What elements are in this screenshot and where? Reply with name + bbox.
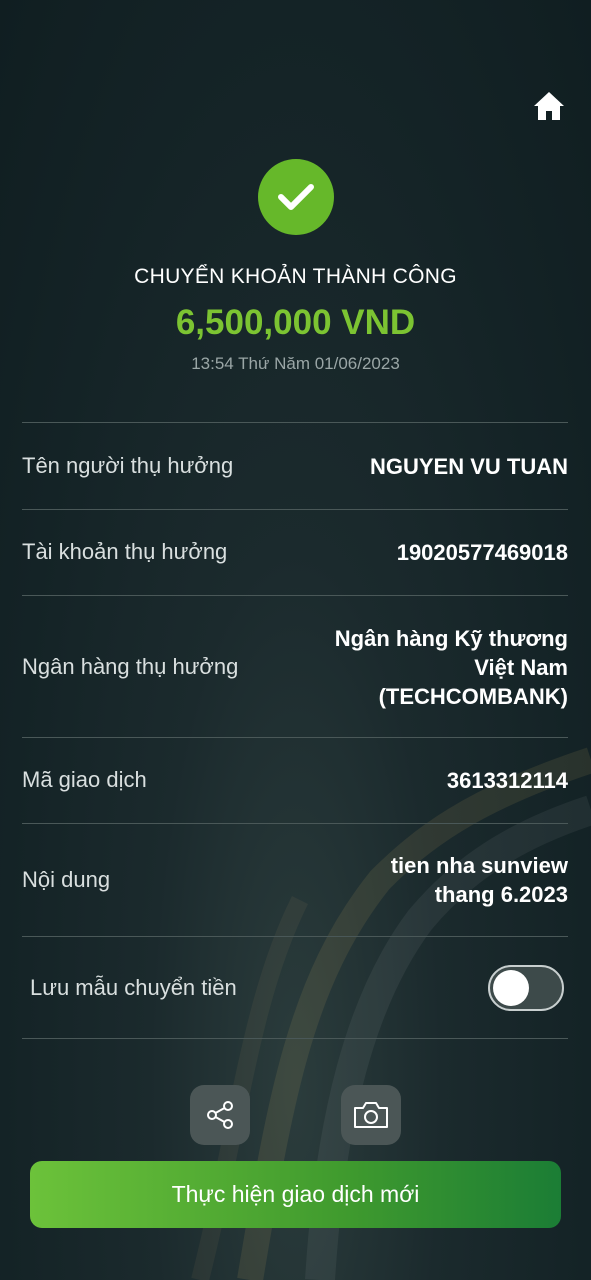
divider	[22, 1038, 568, 1039]
save-template-label: Lưu mẫu chuyển tiền	[30, 975, 237, 1000]
camera-icon	[354, 1102, 388, 1128]
divider	[22, 936, 568, 937]
detail-label: Nội dung	[22, 867, 111, 892]
detail-label: Tài khoản thụ hưởng	[22, 539, 228, 564]
screenshot-button[interactable]	[341, 1085, 401, 1145]
divider	[22, 737, 568, 738]
detail-row-content: Nội dung tien nha sunview thang 6.2023	[22, 850, 568, 910]
home-icon	[534, 92, 564, 120]
detail-row-beneficiary-name: Tên người thụ hưởng NGUYEN VU TUAN	[22, 443, 568, 489]
transfer-datetime: 13:54 Thứ Năm 01/06/2023	[191, 354, 400, 373]
bank-line-1: Ngân hàng Kỹ thương	[334, 625, 568, 651]
detail-value: NGUYEN VU TUAN	[369, 453, 568, 479]
home-button[interactable]	[530, 88, 568, 124]
bank-line-2: Việt Nam	[474, 654, 568, 680]
check-icon	[278, 184, 314, 210]
transfer-amount: 6,500,000 VND	[175, 303, 416, 342]
share-icon	[207, 1101, 233, 1129]
save-template-toggle[interactable]	[488, 965, 564, 1011]
detail-value: Ngân hàng Kỹ thương Việt Nam (TECHCOMBAN…	[335, 624, 568, 711]
detail-value: 3613312114	[446, 767, 568, 793]
save-template-row: Lưu mẫu chuyển tiền	[30, 962, 564, 1014]
share-button[interactable]	[190, 1085, 250, 1145]
divider	[22, 422, 568, 423]
divider	[22, 595, 568, 596]
divider	[22, 823, 568, 824]
detail-row-beneficiary-account: Tài khoản thụ hưởng 19020577469018	[22, 529, 568, 575]
detail-row-beneficiary-bank: Ngân hàng thụ hưởng Ngân hàng Kỹ thương …	[22, 622, 568, 712]
content-line-2: thang 6.2023	[434, 882, 568, 907]
detail-row-transaction-code: Mã giao dịch 3613312114	[22, 757, 568, 803]
detail-value: 19020577469018	[396, 539, 568, 565]
success-badge	[258, 159, 334, 235]
detail-label: Ngân hàng thụ hưởng	[22, 654, 239, 679]
new-transaction-button[interactable]: Thực hiện giao dịch mới	[30, 1161, 561, 1228]
transfer-status-title: CHUYỂN KHOẢN THÀNH CÔNG	[134, 265, 457, 288]
divider	[22, 509, 568, 510]
detail-label: Mã giao dịch	[22, 767, 147, 792]
toggle-knob	[493, 970, 529, 1006]
detail-value: tien nha sunview thang 6.2023	[391, 851, 568, 909]
bank-line-3: (TECHCOMBANK)	[378, 683, 568, 709]
content-line-1: tien nha sunview	[390, 853, 568, 878]
detail-label: Tên người thụ hưởng	[22, 453, 234, 478]
